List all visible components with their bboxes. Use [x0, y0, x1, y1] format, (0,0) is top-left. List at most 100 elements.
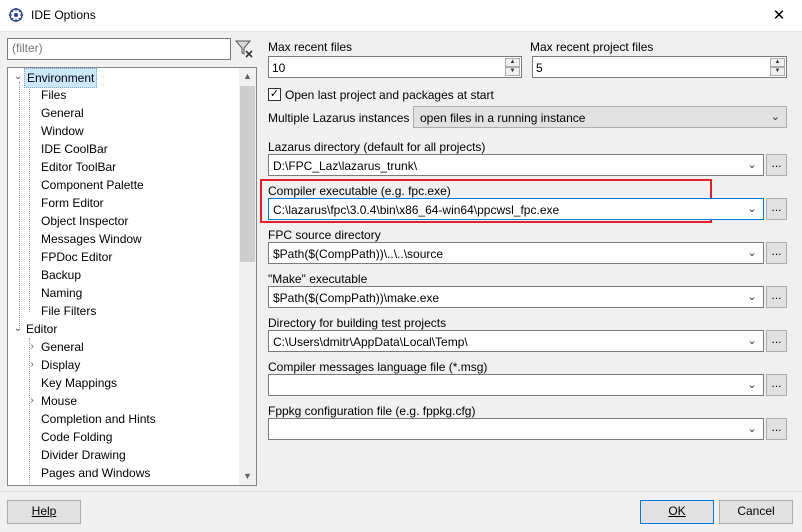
test-dir-label: Directory for building test projects	[268, 316, 447, 330]
tree-item-display[interactable]: Display	[41, 356, 80, 374]
ok-button-label: OK	[668, 504, 686, 518]
max-recent-project-files-label: Max recent project files	[530, 40, 654, 54]
cancel-button-label: Cancel	[737, 504, 775, 518]
close-icon: ✕	[772, 7, 786, 24]
make-exe-browse-button[interactable]: ...	[766, 286, 787, 308]
fpc-source-label: FPC source directory	[268, 228, 381, 242]
compiler-exe-browse-button[interactable]: ...	[766, 198, 787, 220]
tree-item-file-filters[interactable]: File Filters	[41, 302, 96, 320]
chevron-down-icon[interactable]: ⌄	[745, 289, 759, 305]
scroll-down-icon[interactable]: ▼	[239, 468, 256, 485]
collapse-icon[interactable]: ⌄	[13, 320, 23, 338]
compiler-exe-combo[interactable]: C:\lazarus\fpc\3.0.4\bin\x86_64-win64\pp…	[268, 198, 764, 220]
compiler-exe-value: C:\lazarus\fpc\3.0.4\bin\x86_64-win64\pp…	[273, 203, 560, 217]
max-recent-project-files-value: 5	[536, 61, 543, 75]
scrollbar-thumb[interactable]	[240, 86, 255, 262]
tree-item-backup[interactable]: Backup	[41, 266, 81, 284]
tree-item-completion-hints[interactable]: Completion and Hints	[41, 410, 156, 428]
chevron-down-icon[interactable]: ⌄	[745, 201, 759, 217]
tree-item-divider-drawing[interactable]: Divider Drawing	[41, 446, 126, 464]
messages-file-browse-button[interactable]: ...	[766, 374, 787, 396]
spin-up-icon[interactable]: ▲	[770, 58, 785, 67]
collapse-icon[interactable]: ⌄	[13, 68, 23, 86]
help-button[interactable]: Help	[7, 500, 81, 524]
tree-item-messages-window[interactable]: Messages Window	[41, 230, 142, 248]
chevron-down-icon[interactable]: ⌄	[745, 333, 759, 349]
fppkg-file-combo[interactable]: ⌄	[268, 418, 764, 440]
tree-item-general[interactable]: General	[41, 104, 84, 122]
spin-up-icon[interactable]: ▲	[505, 58, 520, 67]
multiple-instances-value: open files in a running instance	[420, 111, 586, 125]
messages-file-combo[interactable]: ⌄	[268, 374, 764, 396]
options-tree[interactable]: ⌄ Environment Files General Window IDE C…	[7, 67, 257, 486]
tree-item-component-palette[interactable]: Component Palette	[41, 176, 144, 194]
expand-icon[interactable]: ›	[27, 356, 37, 374]
max-recent-files-label: Max recent files	[268, 40, 353, 54]
lazarus-dir-value: D:\FPC_Laz\lazarus_trunk\	[273, 159, 418, 173]
clear-filter-icon[interactable]	[233, 38, 255, 60]
window-title: IDE Options	[31, 8, 96, 22]
tree-guide-line	[19, 82, 20, 330]
fpc-source-browse-button[interactable]: ...	[766, 242, 787, 264]
compiler-exe-label: Compiler executable (e.g. fpc.exe)	[268, 184, 451, 198]
ok-button[interactable]: OK	[640, 500, 714, 524]
lazarus-dir-browse-button[interactable]: ...	[766, 154, 787, 176]
tree-item-object-inspector[interactable]: Object Inspector	[41, 212, 128, 230]
make-exe-label: "Make" executable	[268, 272, 368, 286]
help-button-label: Help	[31, 504, 57, 518]
lazarus-app-icon	[9, 8, 23, 22]
bottom-divider	[0, 491, 802, 492]
test-dir-value: C:\Users\dmitr\AppData\Local\Temp\	[273, 335, 468, 349]
chevron-down-icon[interactable]: ⌄	[745, 245, 759, 261]
max-recent-files-spinner[interactable]: 10 ▲ ▼	[268, 56, 522, 78]
lazarus-dir-label: Lazarus directory (default for all proje…	[268, 140, 486, 154]
open-last-project-label[interactable]: Open last project and packages at start	[285, 88, 494, 102]
tree-item-form-editor[interactable]: Form Editor	[41, 194, 104, 212]
filter-field[interactable]	[7, 38, 231, 60]
expand-icon[interactable]: ›	[27, 392, 37, 410]
scroll-up-icon[interactable]: ▲	[239, 68, 256, 85]
tree-item-editor-toolbar[interactable]: Editor ToolBar	[41, 158, 116, 176]
chevron-down-icon: ⌄	[770, 111, 780, 123]
tree-item-fpdoc-editor[interactable]: FPDoc Editor	[41, 248, 112, 266]
fpc-source-combo[interactable]: $Path($(CompPath))\..\..\source ⌄	[268, 242, 764, 264]
tree-item-ide-coolbar[interactable]: IDE CoolBar	[41, 140, 108, 158]
fppkg-file-label: Fppkg configuration file (e.g. fppkg.cfg…	[268, 404, 476, 418]
cancel-button[interactable]: Cancel	[719, 500, 793, 524]
tree-item-key-mappings[interactable]: Key Mappings	[41, 374, 117, 392]
test-dir-combo[interactable]: C:\Users\dmitr\AppData\Local\Temp\ ⌄	[268, 330, 764, 352]
messages-file-label: Compiler messages language file (*.msg)	[268, 360, 488, 374]
lazarus-dir-combo[interactable]: D:\FPC_Laz\lazarus_trunk\ ⌄	[268, 154, 764, 176]
make-exe-combo[interactable]: $Path($(CompPath))\make.exe ⌄	[268, 286, 764, 308]
spin-down-icon[interactable]: ▼	[770, 67, 785, 76]
tree-item-window[interactable]: Window	[41, 122, 84, 140]
filter-input[interactable]	[8, 39, 230, 57]
check-icon: ✓	[269, 88, 280, 100]
test-dir-browse-button[interactable]: ...	[766, 330, 787, 352]
tree-guide-line	[29, 86, 30, 312]
tree-scrollbar[interactable]: ▲ ▼	[239, 68, 256, 485]
max-recent-files-value: 10	[272, 61, 286, 75]
chevron-down-icon[interactable]: ⌄	[745, 377, 759, 393]
tree-item-editor-general[interactable]: General	[41, 338, 84, 356]
expand-icon[interactable]: ›	[27, 338, 37, 356]
tree-item-pages-windows[interactable]: Pages and Windows	[41, 464, 150, 482]
make-exe-value: $Path($(CompPath))\make.exe	[273, 291, 440, 305]
tree-item-mouse[interactable]: Mouse	[41, 392, 77, 410]
multiple-instances-label: Multiple Lazarus instances	[268, 111, 410, 125]
multiple-instances-select[interactable]: open files in a running instance ⌄	[413, 106, 787, 128]
tree-item-naming[interactable]: Naming	[41, 284, 82, 302]
fpc-source-value: $Path($(CompPath))\..\..\source	[273, 247, 444, 261]
tree-item-code-folding[interactable]: Code Folding	[41, 428, 112, 446]
fppkg-file-browse-button[interactable]: ...	[766, 418, 787, 440]
spin-down-icon[interactable]: ▼	[505, 67, 520, 76]
tree-item-editor[interactable]: Editor	[26, 320, 57, 338]
tree-item-environment[interactable]: Environment	[24, 68, 98, 88]
max-recent-project-files-spinner[interactable]: 5 ▲ ▼	[532, 56, 787, 78]
open-last-project-checkbox[interactable]: ✓	[268, 88, 281, 101]
tree-item-files[interactable]: Files	[41, 86, 66, 104]
chevron-down-icon[interactable]: ⌄	[745, 157, 759, 173]
close-button[interactable]: ✕	[756, 0, 802, 31]
chevron-down-icon[interactable]: ⌄	[745, 421, 759, 437]
title-bar: IDE Options ✕	[0, 0, 802, 32]
